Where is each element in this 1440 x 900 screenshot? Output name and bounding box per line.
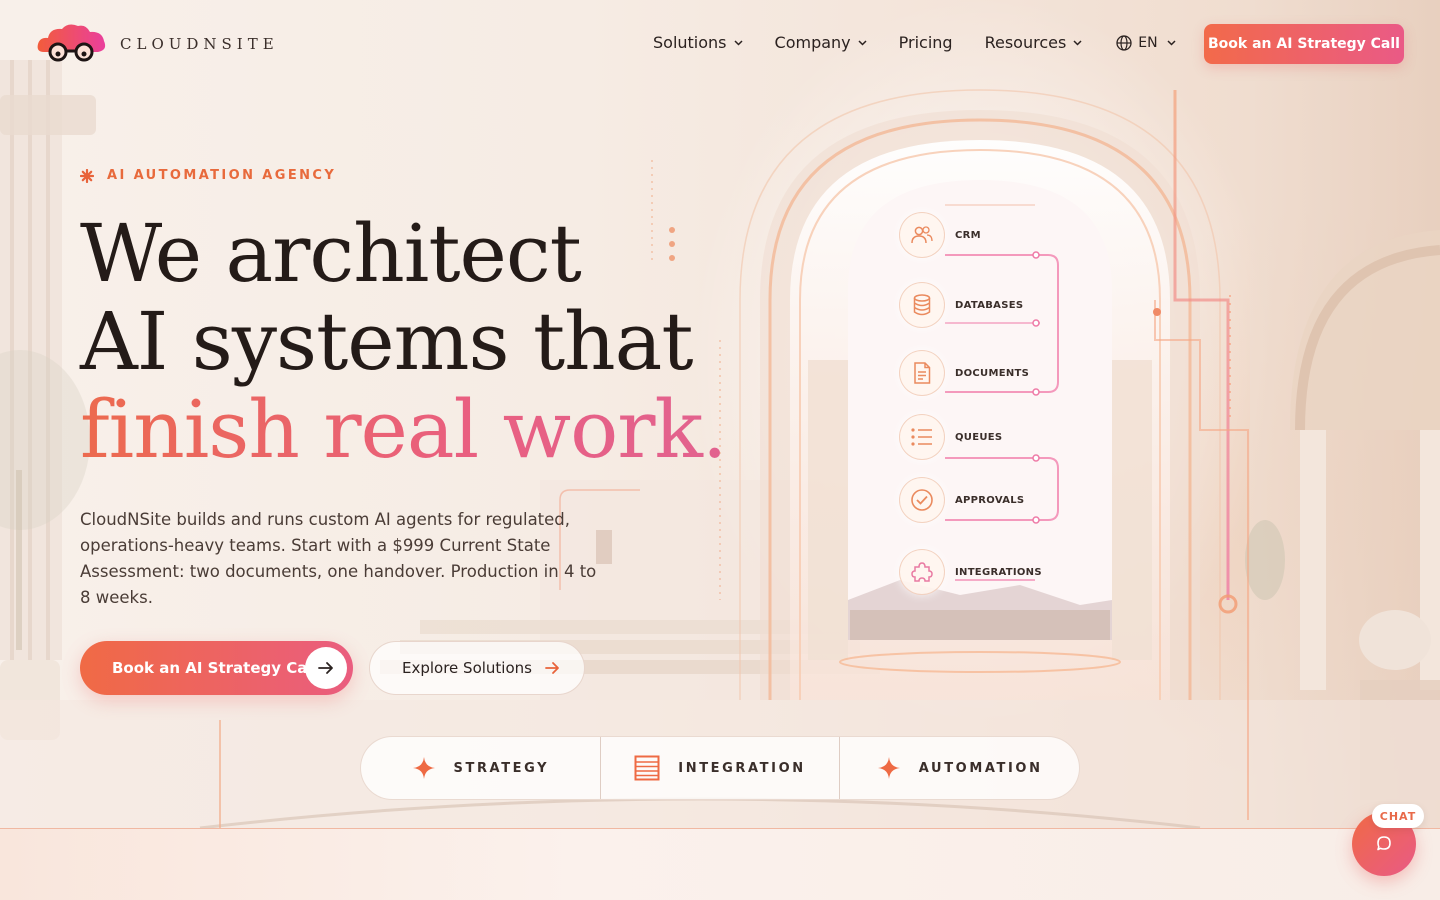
globe-icon bbox=[1116, 34, 1132, 51]
arrow-right-icon bbox=[545, 662, 559, 674]
chat-label[interactable]: CHAT bbox=[1372, 804, 1424, 828]
system-item-approvals: APPROVALS bbox=[899, 477, 1024, 523]
book-strategy-call-button[interactable]: Book an AI Strategy Call bbox=[80, 641, 353, 695]
headline-line: AI systems that bbox=[80, 295, 693, 388]
system-item-databases: DATABASES bbox=[899, 282, 1023, 328]
sparkle-icon bbox=[877, 757, 900, 779]
sparkle-icon bbox=[412, 757, 435, 779]
language-selector[interactable]: EN bbox=[1116, 34, 1176, 51]
eyebrow-text: AI AUTOMATION AGENCY bbox=[107, 168, 337, 183]
system-label: CRM bbox=[955, 229, 981, 241]
database-icon bbox=[899, 282, 945, 328]
language-label: EN bbox=[1138, 34, 1158, 51]
brand-logo[interactable]: CLOUDNSITE bbox=[36, 22, 279, 66]
system-label: QUEUES bbox=[955, 431, 1003, 443]
system-label: DATABASES bbox=[955, 299, 1024, 311]
headline-accent: finish real work. bbox=[80, 383, 727, 476]
hero-eyebrow: AI AUTOMATION AGENCY bbox=[80, 168, 336, 183]
asterisk-icon bbox=[80, 168, 94, 183]
nav-item-company[interactable]: Company bbox=[775, 33, 867, 52]
nav-item-pricing[interactable]: Pricing bbox=[899, 33, 953, 52]
list-icon bbox=[899, 414, 945, 460]
users-icon bbox=[899, 212, 945, 258]
button-label: Book an AI Strategy Call bbox=[112, 659, 318, 677]
pillar-integration: INTEGRATION bbox=[599, 737, 840, 799]
header-cta-button[interactable]: Book an AI Strategy Call bbox=[1204, 24, 1404, 64]
check-circle-icon bbox=[899, 477, 945, 523]
chevron-down-icon bbox=[733, 39, 743, 46]
nav-item-label: Resources bbox=[984, 33, 1067, 52]
puzzle-icon bbox=[899, 549, 945, 595]
nav-item-resources[interactable]: Resources bbox=[985, 33, 1083, 52]
pillar-label: INTEGRATION bbox=[678, 760, 806, 776]
system-label: DOCUMENTS bbox=[955, 367, 1030, 379]
stack-lines-icon bbox=[634, 755, 660, 781]
site-header: CLOUDNSITE Solutions Company Pricing Res… bbox=[0, 0, 1440, 88]
pillar-automation: AUTOMATION bbox=[839, 737, 1079, 799]
arrow-right-icon bbox=[305, 647, 347, 689]
hero-headline: We architect AI systems that finish real… bbox=[80, 207, 727, 476]
system-label: APPROVALS bbox=[955, 494, 1025, 506]
main-nav: Solutions Company Pricing Resources EN bbox=[653, 33, 1176, 52]
system-item-documents: DOCUMENTS bbox=[899, 350, 1029, 396]
system-item-queues: QUEUES bbox=[899, 414, 1002, 460]
hero-subtext: CloudNSite builds and runs custom AI age… bbox=[80, 510, 597, 607]
chevron-down-icon bbox=[1167, 39, 1176, 46]
system-item-crm: CRM bbox=[899, 212, 981, 258]
chevron-down-icon bbox=[858, 39, 867, 46]
button-label: Explore Solutions bbox=[402, 659, 532, 677]
nav-item-label: Pricing bbox=[898, 33, 953, 52]
explore-solutions-button[interactable]: Explore Solutions bbox=[369, 641, 585, 695]
headline-line: We architect bbox=[80, 207, 582, 300]
nav-item-solutions[interactable]: Solutions bbox=[653, 33, 743, 52]
nav-item-label: Company bbox=[774, 33, 851, 52]
next-section-band bbox=[0, 828, 1440, 900]
pillar-label: STRATEGY bbox=[453, 760, 550, 776]
pillar-label: AUTOMATION bbox=[918, 760, 1043, 776]
system-item-integrations: INTEGRATIONS bbox=[899, 549, 1042, 595]
brand-name: CLOUDNSITE bbox=[120, 35, 279, 53]
service-pillars: STRATEGY INTEGRATION AUTOMATION bbox=[360, 736, 1080, 800]
document-icon bbox=[899, 350, 945, 396]
chevron-down-icon bbox=[1073, 39, 1082, 46]
cloud-glasses-logo-icon bbox=[36, 22, 108, 66]
nav-item-label: Solutions bbox=[653, 33, 727, 52]
pillar-strategy: STRATEGY bbox=[361, 737, 600, 799]
system-label: INTEGRATIONS bbox=[955, 566, 1042, 578]
chat-bubble-icon bbox=[1377, 836, 1391, 851]
